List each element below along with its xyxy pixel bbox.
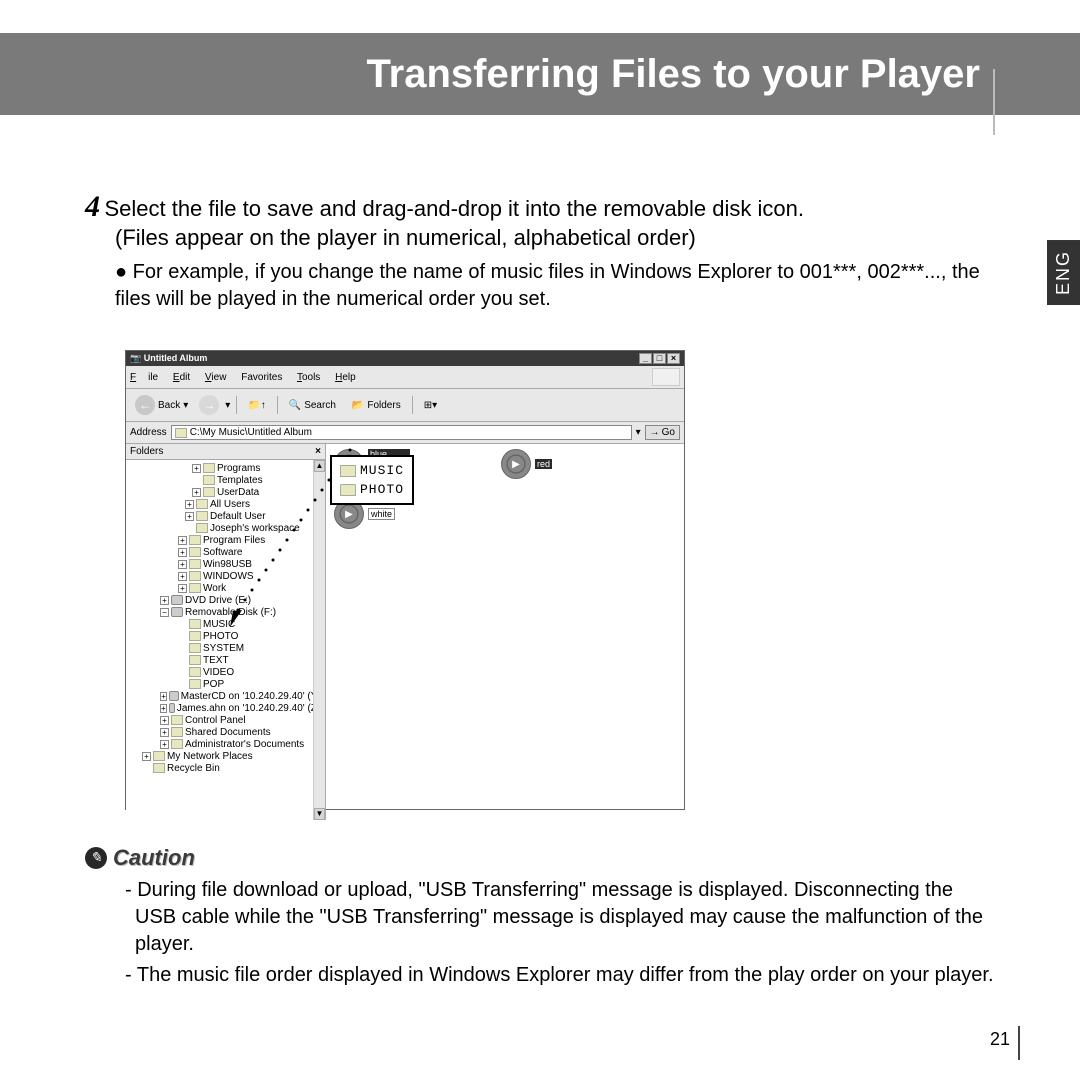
minimize-button[interactable]: _ [639,353,652,364]
step-bullet: ● For example, if you change the name of… [115,259,995,313]
caution-line-2: - The music file order displayed in Wind… [85,962,995,989]
folders-pane: Folders × +Programs Templates +UserData … [126,444,326,820]
folder-icon [340,484,356,496]
search-button[interactable]: 🔍 Search [284,397,341,414]
header-divider [993,69,995,135]
page-number-divider [1018,1026,1020,1060]
menu-help[interactable]: Help [335,372,356,383]
music-icon [501,449,531,479]
caution-header: ✎ Caution [85,845,995,871]
address-input[interactable]: C:\My Music\Untitled Album [171,425,632,440]
maximize-button[interactable]: □ [653,353,666,364]
caution-line-1: - During file download or upload, "USB T… [85,877,995,958]
folder-icon [175,428,187,438]
step-text-2: (Files appear on the player in numerical… [115,224,995,253]
folders-pane-header: Folders × [126,444,325,460]
back-arrow-icon: ← [135,395,155,415]
step-number: 4 [85,190,100,223]
go-button[interactable]: → Go [645,425,680,440]
forward-button[interactable]: → [199,395,219,415]
window-buttons: _□× [638,353,680,364]
menu-view[interactable]: View [205,372,227,383]
page-title: Transferring Files to your Player [366,52,980,97]
titlebar: 📷 Untitled Album _□× [126,351,684,366]
explorer-window: 📷 Untitled Album _□× File Edit View Favo… [125,350,685,810]
menu-favorites[interactable]: Favorites [241,372,282,383]
scroll-down-arrow[interactable]: ▼ [314,808,325,820]
address-label: Address [130,427,167,438]
page-header-band: Transferring Files to your Player [0,33,1080,115]
menu-file[interactable]: File [130,372,158,383]
caution-label: Caution [113,845,195,871]
step-text-1: Select the file to save and drag-and-dro… [104,196,804,221]
callout-music: MUSIC [338,461,406,480]
scroll-up-arrow[interactable]: ▲ [314,460,325,472]
views-button[interactable]: ⊞▾ [419,397,442,414]
music-file-red[interactable]: red [501,449,552,479]
toolbar: ←Back ▾ →▾ 📁↑ 🔍 Search 📂 Folders ⊞▾ [126,389,684,422]
folders-close-button[interactable]: × [315,446,321,457]
close-button[interactable]: × [667,353,680,364]
step-line: 4 Select the file to save and drag-and-d… [85,190,995,224]
menubar-items: File Edit View Favorites Tools Help [130,372,368,383]
folder-icon [340,465,356,477]
folders-button[interactable]: 📂 Folders [347,397,406,414]
page-number: 21 [990,1029,1010,1050]
caution-section: ✎ Caution - During file download or uplo… [85,845,995,989]
callout-photo: PHOTO [338,480,406,499]
folder-tree[interactable]: +Programs Templates +UserData +All Users… [126,460,325,820]
language-tab: ENG [1047,240,1080,305]
window-title: 📷 Untitled Album [130,353,207,364]
back-button[interactable]: ←Back ▾ [130,392,193,418]
address-dropdown[interactable]: ▾ [636,427,641,438]
callout-box: MUSIC PHOTO [330,455,414,505]
bullet-dot: ● [115,261,127,283]
menubar: File Edit View Favorites Tools Help [126,366,684,389]
addressbar: Address C:\My Music\Untitled Album ▾ → G… [126,422,684,444]
bullet-text: For example, if you change the name of m… [115,261,980,310]
address-path: C:\My Music\Untitled Album [190,427,312,438]
up-button[interactable]: 📁↑ [243,397,270,414]
main-content: 4 Select the file to save and drag-and-d… [85,190,995,313]
menu-tools[interactable]: Tools [297,372,320,383]
tree-scrollbar[interactable]: ▲ ▼ [313,460,325,820]
caution-icon: ✎ [85,847,107,869]
windows-flag-icon [652,368,680,386]
menu-edit[interactable]: Edit [173,372,190,383]
